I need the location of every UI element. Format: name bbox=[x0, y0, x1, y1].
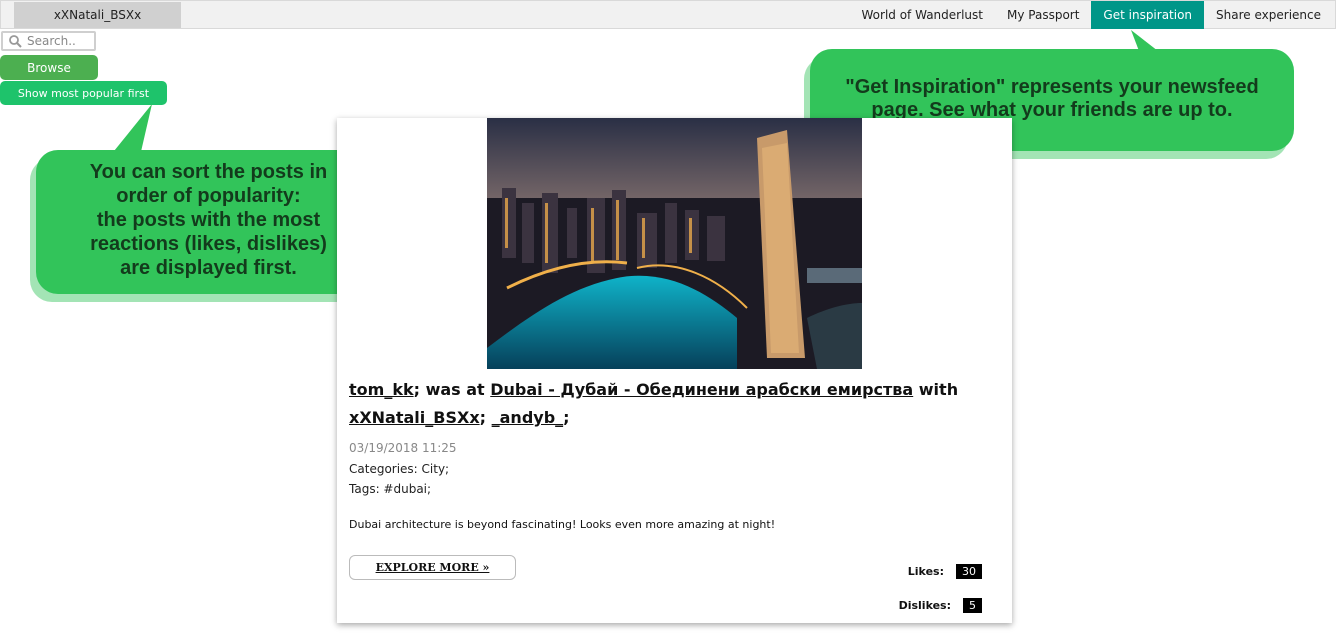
nav-my-passport[interactable]: My Passport bbox=[995, 1, 1091, 29]
nav-world-of-wanderlust[interactable]: World of Wanderlust bbox=[850, 1, 995, 29]
top-nav-bar: xXNatali_BSXx World of Wanderlust My Pas… bbox=[0, 0, 1336, 29]
explore-more-button[interactable]: EXPLORE MORE » bbox=[349, 555, 516, 580]
likes-count[interactable]: 30 bbox=[956, 564, 982, 579]
callout-sort-line: are displayed first. bbox=[120, 257, 297, 279]
main-nav: World of Wanderlust My Passport Get insp… bbox=[850, 1, 1333, 29]
callout-sort-line: the posts with the most bbox=[96, 209, 321, 231]
callout-sort-hint: You can sort the posts in order of popul… bbox=[36, 150, 381, 294]
callout-sort-line: reactions (likes, dislikes) bbox=[90, 233, 327, 255]
post-date: 03/19/2018 11:25 bbox=[349, 441, 457, 455]
city-night-image bbox=[487, 118, 862, 369]
callout-sort-line: order of popularity: bbox=[116, 185, 301, 207]
post-description: Dubai architecture is beyond fascinating… bbox=[349, 518, 776, 531]
username-tab[interactable]: xXNatali_BSXx bbox=[14, 2, 181, 28]
separator-text: ; bbox=[563, 408, 570, 427]
search-icon bbox=[9, 34, 22, 48]
callout-sort-line: You can sort the posts in bbox=[89, 161, 328, 183]
callout-inspiration-line: "Get Inspiration" represents your newsfe… bbox=[845, 76, 1259, 98]
nav-get-inspiration[interactable]: Get inspiration bbox=[1091, 1, 1205, 29]
nav-share-experience[interactable]: Share experience bbox=[1204, 1, 1333, 29]
location-link[interactable]: Dubai - Дубай - Обединени арабски емирст… bbox=[490, 380, 913, 399]
post-card: tom_kk; was at Dubai - Дубай - Обединени… bbox=[337, 118, 1012, 623]
browse-button[interactable]: Browse bbox=[0, 55, 98, 80]
post-title: tom_kk; was at Dubai - Дубай - Обединени… bbox=[349, 376, 989, 432]
was-at-text: ; was at bbox=[413, 380, 491, 399]
post-categories: Categories: City; bbox=[349, 462, 450, 476]
search-box[interactable] bbox=[1, 31, 96, 51]
dislikes-count[interactable]: 5 bbox=[963, 598, 982, 613]
companion-link[interactable]: _andyb_ bbox=[492, 408, 564, 427]
likes-label: Likes: bbox=[907, 565, 944, 578]
with-text: with bbox=[913, 380, 959, 399]
separator-text: ; bbox=[479, 408, 487, 427]
post-photo bbox=[487, 118, 862, 369]
callout-tail-sort bbox=[110, 104, 152, 156]
search-input[interactable] bbox=[27, 34, 87, 48]
companion-link[interactable]: xXNatali_BSXx bbox=[349, 408, 480, 427]
dislikes-label: Dislikes: bbox=[898, 599, 951, 612]
author-link[interactable]: tom_kk bbox=[349, 380, 414, 399]
post-tags: Tags: #dubai; bbox=[349, 482, 432, 496]
